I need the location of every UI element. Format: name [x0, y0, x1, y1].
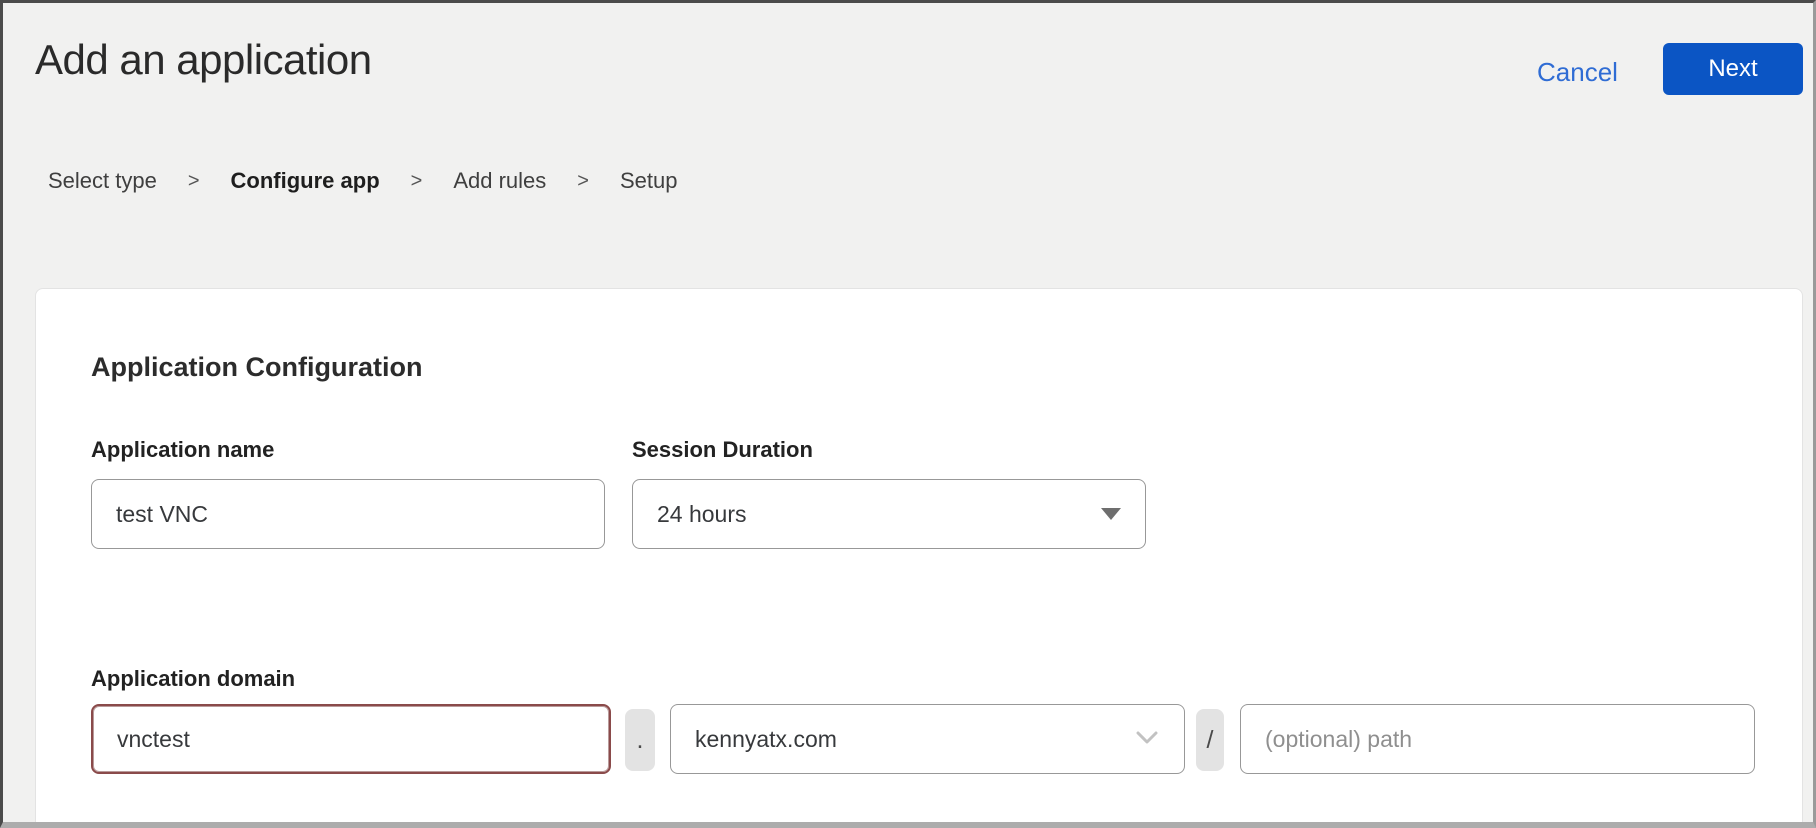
session-duration-label: Session Duration: [632, 437, 813, 463]
cancel-button[interactable]: Cancel: [1537, 57, 1618, 88]
dropdown-arrow-icon: [1101, 508, 1121, 520]
breadcrumb-step-configure-app[interactable]: Configure app: [231, 168, 380, 194]
configuration-card: Application Configuration Application na…: [35, 288, 1803, 828]
application-domain-label: Application domain: [91, 666, 295, 692]
breadcrumb-step-add-rules[interactable]: Add rules: [453, 168, 546, 194]
breadcrumb-separator: >: [411, 170, 423, 193]
window: Add an application Cancel Next Select ty…: [0, 0, 1816, 828]
breadcrumb: Select type > Configure app > Add rules …: [48, 168, 677, 194]
page-title: Add an application: [35, 36, 372, 84]
slash-separator: /: [1196, 709, 1224, 771]
session-duration-select[interactable]: 24 hours: [632, 479, 1146, 549]
subdomain-input[interactable]: [91, 704, 611, 774]
section-title: Application Configuration: [91, 352, 422, 383]
path-input[interactable]: [1240, 704, 1755, 774]
breadcrumb-step-select-type[interactable]: Select type: [48, 168, 157, 194]
breadcrumb-separator: >: [188, 170, 200, 193]
session-duration-value: 24 hours: [657, 501, 1101, 528]
next-button[interactable]: Next: [1663, 43, 1803, 95]
chevron-down-icon: [1134, 726, 1160, 753]
application-name-input[interactable]: [91, 479, 605, 549]
domain-select[interactable]: kennyatx.com: [670, 704, 1185, 774]
breadcrumb-separator: >: [577, 170, 589, 193]
breadcrumb-step-setup[interactable]: Setup: [620, 168, 678, 194]
dot-separator: .: [625, 709, 655, 771]
application-name-label: Application name: [91, 437, 274, 463]
domain-select-value: kennyatx.com: [695, 726, 1134, 753]
